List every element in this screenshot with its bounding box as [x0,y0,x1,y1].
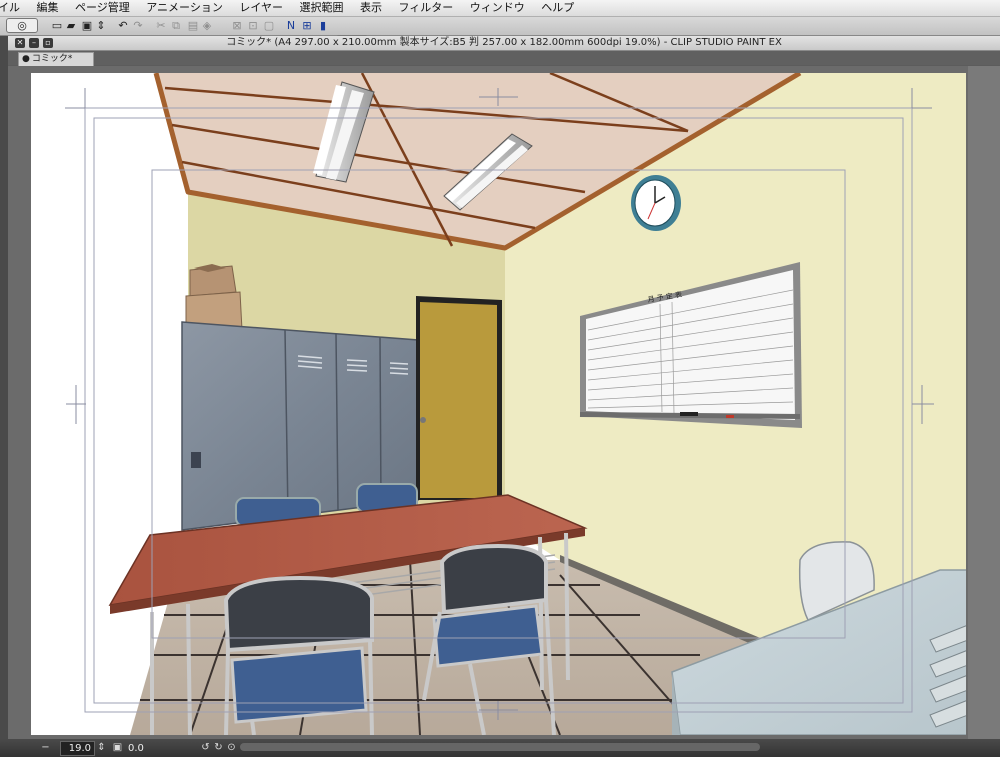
horizontal-scrollbar[interactable] [240,743,760,751]
rotation-value[interactable]: 0.0 [128,742,144,755]
canvas-illustration[interactable]: 月 予 定 表 [0,0,1000,757]
rotate-left-icon[interactable]: ↺ [200,742,211,753]
reset-rotation-icon[interactable]: ⊙ [226,742,237,753]
zoom-out-icon[interactable]: − [40,742,51,753]
zoom-value[interactable]: 19.0 [60,741,95,756]
cardboard-boxes [185,264,243,331]
rotate-right-icon[interactable]: ↻ [213,742,224,753]
fit-view-icon[interactable]: ▣ [112,742,123,753]
zoom-stepper-icon[interactable]: ⇕ [96,742,107,753]
wall-clock [631,175,681,231]
status-bar: − 19.0 ⇕ ▣ 0.0 ↺ ↻ ⊙ [0,739,1000,757]
door [416,296,502,500]
